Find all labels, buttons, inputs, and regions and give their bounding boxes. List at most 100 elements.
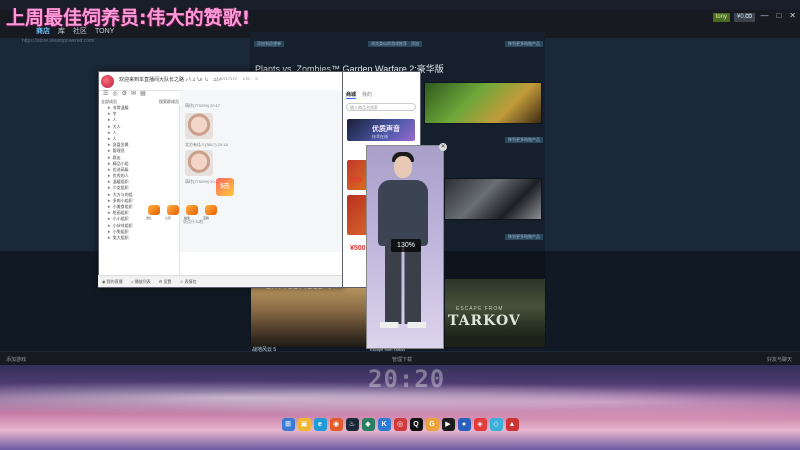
streamer-feet	[380, 322, 426, 328]
message-photo[interactable]	[185, 113, 213, 139]
window-maximize-icon[interactable]: □	[776, 11, 781, 20]
member-badge-icon: ★	[107, 222, 111, 228]
gift-icon[interactable]: 送礼	[146, 205, 160, 220]
taskbar: ⊞ ▣ e ◉ ♨ ◆ K ◎ Q G ▶ ● ◈ ◇ ▲	[270, 413, 530, 435]
chat-input[interactable]: 说点什么吧...	[183, 219, 243, 227]
browser-icon[interactable]: ◉	[329, 417, 343, 431]
steam-user-name[interactable]: tony	[712, 12, 730, 22]
member-badge-icon: ★	[107, 210, 111, 216]
security-icon[interactable]: ◇	[489, 417, 503, 431]
pvz-screenshot[interactable]	[424, 82, 542, 124]
member-name: 人	[112, 117, 117, 123]
kugou-music-icon[interactable]: K	[377, 417, 391, 431]
friends-chat-button[interactable]: 好友与聊天	[767, 356, 792, 363]
member-name: 非常温暖	[112, 105, 129, 110]
gear-icon[interactable]: ⚙	[122, 90, 127, 98]
tab-mine[interactable]: 我的	[362, 91, 372, 99]
live-app-icon[interactable]: ◈	[473, 417, 487, 431]
record-icon[interactable]: ●	[457, 417, 471, 431]
member-name: 大人	[112, 123, 121, 129]
manage-downloads-button[interactable]: 管理下载	[392, 356, 412, 363]
gift-icon[interactable]: 抽奖	[184, 205, 198, 220]
tab-store[interactable]: 商城	[346, 91, 357, 99]
qq-icon[interactable]: Q	[409, 417, 423, 431]
footer-item-playlist[interactable]: ♫ 播放列表	[131, 279, 151, 285]
game-screenshot[interactable]	[444, 178, 542, 220]
member-badge-icon: ★	[107, 166, 111, 172]
member-name: 人	[112, 135, 117, 141]
window-controls: ▭ — □ ✕	[745, 11, 796, 20]
chat-message: 萌玲(770299) 20:20	[185, 179, 220, 185]
message-sender: 萌玲(770299) 20:17	[185, 103, 221, 108]
member-name: 绘画组织	[112, 210, 129, 216]
member-name: 优秀的人	[112, 173, 129, 179]
streamer-legs	[385, 246, 421, 324]
target-icon[interactable]: ◎	[112, 90, 117, 98]
streamer-body	[378, 180, 428, 246]
gift-icon[interactable]: 九折	[165, 205, 179, 220]
gift-icon[interactable]: 宝箱	[203, 205, 217, 220]
windows-start-icon[interactable]: ⊞	[281, 417, 295, 431]
member-name: 管理员	[112, 148, 125, 154]
more-products-button-3[interactable]: 移到更多购物产品	[505, 234, 543, 240]
mail-icon[interactable]: ✉	[131, 90, 136, 98]
group-avatar[interactable]	[101, 75, 114, 88]
footer-item-settings[interactable]: ⚙ 设置	[159, 279, 172, 285]
chat-message	[185, 148, 213, 176]
tarkov-logo: TARKOV	[448, 313, 521, 329]
more-products-button[interactable]: 移到更多购物产品	[505, 41, 543, 47]
list-icon[interactable]: ▤	[140, 90, 146, 98]
member-badge-icon: ★	[107, 105, 111, 110]
card-title: 优质声音	[372, 126, 400, 133]
zoom-level-badge: 130%	[391, 239, 421, 252]
file-explorer-icon[interactable]: ▣	[297, 417, 311, 431]
window-minimize-icon[interactable]: —	[760, 11, 768, 20]
footer-item-live[interactable]: ◉ 我的直播	[102, 279, 123, 285]
chat-message	[185, 111, 213, 139]
member-badge-icon: ★	[107, 204, 111, 209]
member-name: 优选高级	[112, 166, 129, 172]
tool-icon[interactable]: ▲	[505, 417, 519, 431]
footer-item-stickers[interactable]: ☺ 表情包	[179, 279, 196, 285]
member-badge-icon: ★	[107, 185, 111, 191]
member-name: 人	[112, 129, 117, 135]
tarkov-subtitle: ESCAPE FROM	[456, 306, 504, 312]
close-icon[interactable]: ✕	[439, 143, 447, 151]
add-button[interactable]: 添加	[408, 41, 422, 47]
streamer-head	[394, 156, 412, 178]
media-icon[interactable]: ▶	[441, 417, 455, 431]
member-row[interactable]: ★ 兔大组织	[99, 235, 179, 241]
desktop-clock: 20:20	[368, 365, 446, 393]
add-game-button[interactable]: 添加游戏	[6, 356, 26, 363]
window-restore-icon[interactable]: ▭	[745, 11, 753, 20]
edge-browser-icon[interactable]: e	[313, 417, 327, 431]
member-badge-icon: ★	[107, 148, 111, 154]
store-search-input[interactable]: 输入商品名搜索	[346, 103, 416, 111]
member-list: ★ 非常温暖 ★ 冬 ★ 人 ★ 大人 ★ 人 ★ 人 ★ 身盘金属 ★ 管理员 ★ 群友 ★ 精品小组 ★ 优选高级 ★ 优…	[99, 105, 180, 277]
member-badge-icon: ★	[107, 142, 111, 148]
window-close-icon[interactable]: ✕	[789, 11, 796, 20]
member-count: 170	[242, 76, 250, 81]
message-photo[interactable]	[185, 150, 213, 176]
qq-toolbar: ☰ ◎ ⚙ ✉ ▤	[101, 90, 181, 98]
steam-icon[interactable]: ♨	[345, 417, 359, 431]
menu-icon[interactable]: ☰	[103, 90, 108, 98]
member-badge-icon: ★	[107, 234, 111, 240]
sticker-badge[interactable]: 5元	[216, 178, 234, 196]
member-name: 群友	[112, 154, 121, 160]
steam-url-bar[interactable]: https://store.steampowered.com/	[22, 38, 95, 44]
member-badge-icon: ★	[107, 123, 111, 129]
group-title: 欢迎来到本直播间大队长之路 ♪ \ ♫ \♬ \♩ ♫/♩	[119, 77, 223, 83]
member-name: 精品小组	[112, 160, 129, 166]
more-products-button-2[interactable]: 移到更多购物产品	[505, 137, 543, 143]
card-subtitle: 技术在线	[372, 134, 388, 139]
netease-cloud-icon[interactable]: ◎	[393, 417, 407, 431]
gift-row: 送礼 九折 抽奖 宝箱	[146, 205, 217, 220]
game-icon[interactable]: G	[425, 417, 439, 431]
member-badge-icon: ★	[107, 228, 111, 234]
wishlist-button[interactable]: 添加到愿望单	[254, 41, 284, 47]
member-badge-icon: ★	[107, 191, 111, 197]
similar-games-button[interactable]: 浏览类似的游戏推荐	[368, 41, 410, 47]
group-id: 40717172	[219, 76, 237, 81]
app-icon[interactable]: ◆	[361, 417, 375, 431]
